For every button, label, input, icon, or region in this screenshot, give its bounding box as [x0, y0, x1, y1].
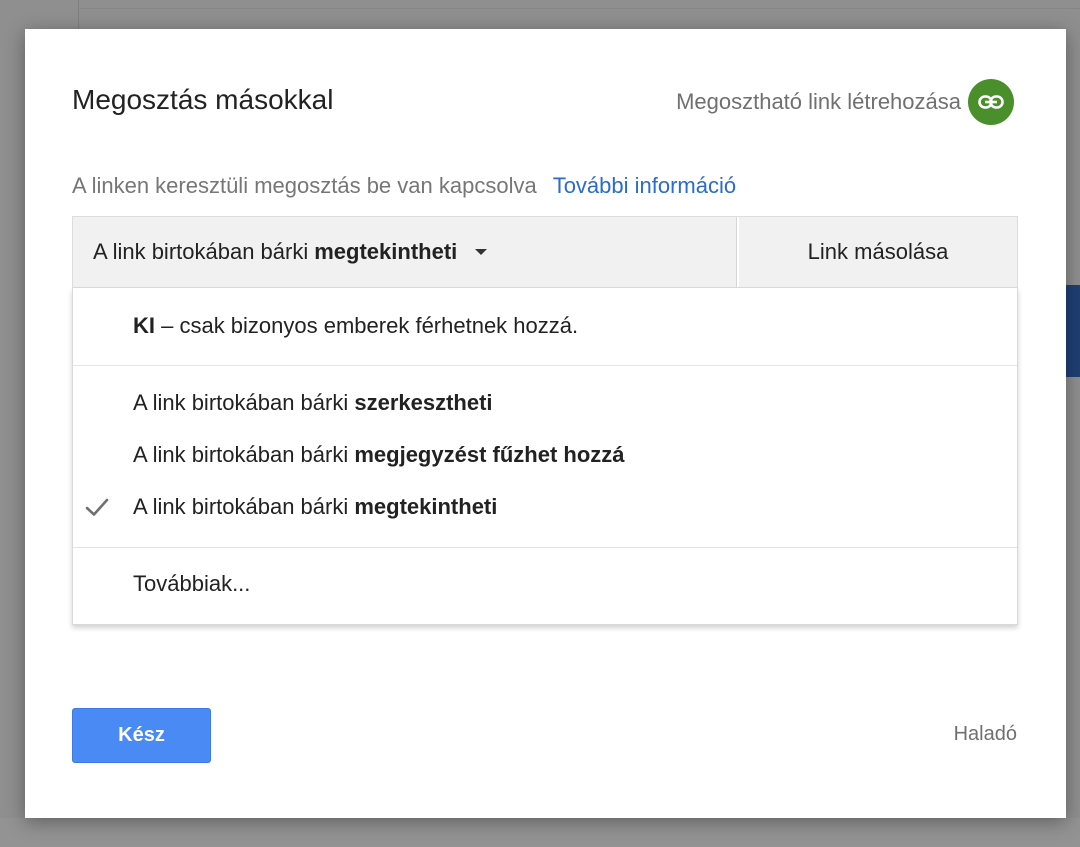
menu-item-bold: megjegyzést fűzhet hozzá: [354, 442, 625, 467]
menu-item-can-comment[interactable]: A link birtokában bárki megjegyzést fűzh…: [133, 441, 625, 469]
menu-divider: [73, 365, 1017, 366]
menu-item-bold: szerkesztheti: [354, 390, 493, 415]
background-row-line: [78, 8, 1080, 9]
link-sharing-status-text: A linken keresztüli megosztás be van kap…: [72, 173, 537, 198]
link-icon[interactable]: [968, 79, 1014, 125]
background-accent: [1066, 285, 1080, 377]
menu-item-can-view[interactable]: A link birtokában bárki megtekintheti: [133, 493, 497, 521]
create-shareable-link-button[interactable]: Megosztható link létrehozása: [676, 79, 1014, 125]
menu-item-bold: megtekintheti: [354, 494, 498, 519]
shareable-link-label: Megosztható link létrehozása: [676, 89, 961, 114]
caret-down-icon: [475, 249, 488, 255]
check-icon: [85, 497, 109, 522]
more-info-link[interactable]: További információ: [553, 173, 736, 198]
menu-item-off-bold: KI: [133, 313, 155, 338]
done-button[interactable]: Kész: [72, 708, 211, 763]
dialog-title: Megosztás másokkal: [72, 84, 334, 115]
menu-item-off-text: – csak bizonyos emberek férhetnek hozzá.: [155, 313, 579, 338]
access-level-prefix: A link birtokában bárki: [93, 239, 309, 264]
access-level-dropdown[interactable]: A link birtokában bárki megtekintheti: [73, 217, 737, 287]
access-level-menu: KI – csak bizonyos emberek férhetnek hoz…: [72, 288, 1018, 625]
access-level-selected: megtekintheti: [314, 239, 458, 264]
share-dialog: Megosztás másokkal Megosztható link létr…: [25, 29, 1066, 818]
background-bottom: [0, 818, 1080, 847]
menu-item-more[interactable]: Továbbiak...: [133, 570, 250, 598]
advanced-link[interactable]: Haladó: [954, 723, 1017, 746]
menu-item-prefix: A link birtokában bárki: [133, 442, 355, 467]
link-sharing-status: A linken keresztüli megosztás be van kap…: [72, 173, 736, 199]
menu-divider: [73, 547, 1017, 548]
menu-item-prefix: A link birtokában bárki: [133, 390, 355, 415]
menu-item-can-edit[interactable]: A link birtokában bárki szerkesztheti: [133, 389, 493, 417]
menu-item-off[interactable]: KI – csak bizonyos emberek férhetnek hoz…: [133, 312, 578, 340]
menu-item-prefix: A link birtokában bárki: [133, 494, 355, 519]
copy-link-button[interactable]: Link másolása: [737, 217, 1017, 287]
link-access-bar: A link birtokában bárki megtekintheti Li…: [72, 216, 1018, 288]
